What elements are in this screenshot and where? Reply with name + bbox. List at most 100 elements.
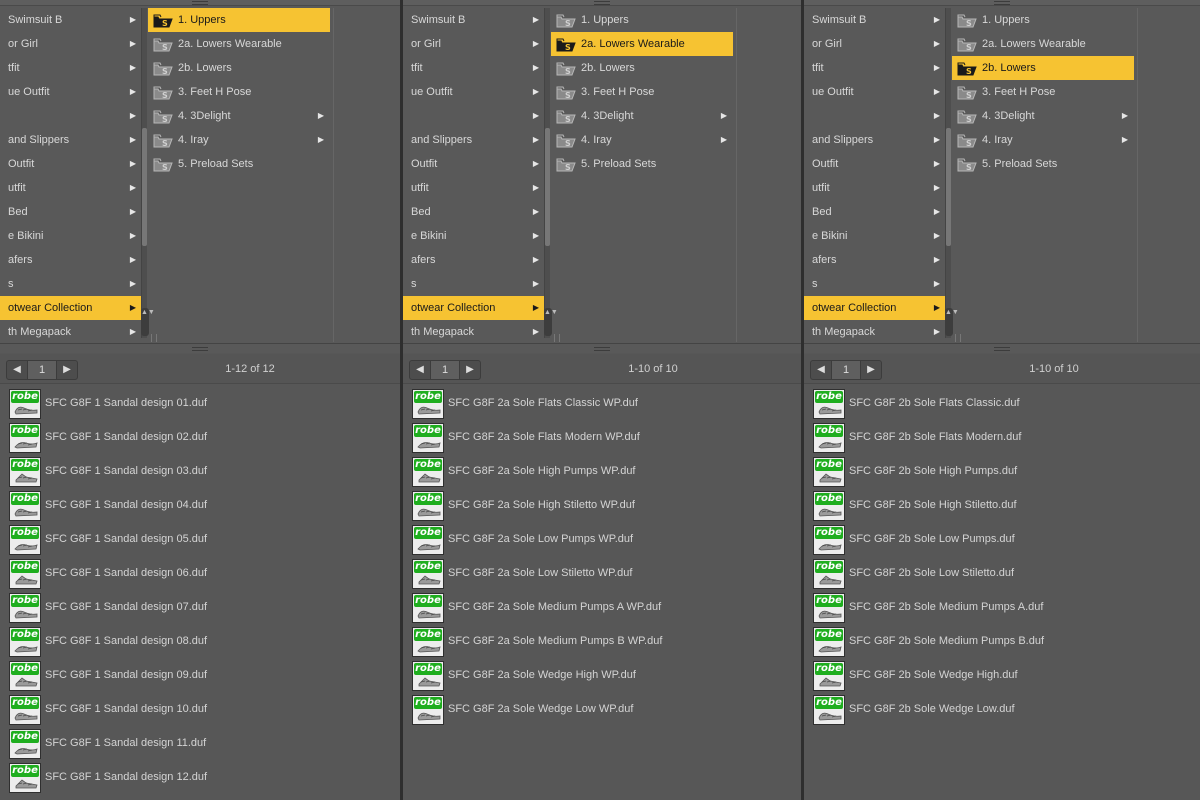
file-item[interactable]: robe SFC G8F 2a Sole Low Pumps WP.duf (403, 522, 801, 556)
category-item[interactable]: afers ▶ (0, 248, 142, 272)
subfolder-item[interactable]: S 2b. Lowers (148, 56, 330, 80)
grip-icon[interactable] (994, 1, 1010, 5)
subfolder-item[interactable]: S 1. Uppers (551, 8, 733, 32)
file-item[interactable]: robe SFC G8F 2a Sole Flats Modern WP.duf (403, 420, 801, 454)
subfolder-item[interactable]: S 4. 3Delight ▶ (551, 104, 733, 128)
file-item[interactable]: robe SFC G8F 1 Sandal design 11.duf (0, 726, 400, 760)
file-item[interactable]: robe SFC G8F 1 Sandal design 06.duf (0, 556, 400, 590)
category-item[interactable]: ue Outfit ▶ (0, 80, 142, 104)
subfolder-item[interactable]: S 2b. Lowers (952, 56, 1134, 80)
prev-page-button[interactable]: ◀ (810, 360, 832, 380)
category-item[interactable]: ▶ (0, 104, 142, 128)
subfolder-item[interactable]: S 4. 3Delight ▶ (148, 104, 330, 128)
next-page-button[interactable]: ▶ (56, 360, 78, 380)
category-item[interactable]: utfit ▶ (804, 176, 946, 200)
grip-icon[interactable] (594, 1, 610, 5)
file-item[interactable]: robe SFC G8F 2a Sole Flats Classic WP.duf (403, 386, 801, 420)
file-item[interactable]: robe SFC G8F 2a Sole Wedge High WP.duf (403, 658, 801, 692)
category-item[interactable]: th Megapack ▶ (804, 320, 946, 344)
category-item[interactable]: s ▶ (804, 272, 946, 296)
file-item[interactable]: robe SFC G8F 1 Sandal design 01.duf (0, 386, 400, 420)
category-item[interactable]: e Bikini ▶ (804, 224, 946, 248)
file-item[interactable]: robe SFC G8F 2a Sole Medium Pumps A WP.du… (403, 590, 801, 624)
file-item[interactable]: robe SFC G8F 1 Sandal design 09.duf (0, 658, 400, 692)
scrollbar-thumb[interactable] (545, 128, 550, 246)
category-item[interactable]: utfit ▶ (403, 176, 545, 200)
category-item[interactable]: ▶ (403, 104, 545, 128)
subfolder-item[interactable]: S 3. Feet H Pose (551, 80, 733, 104)
category-item[interactable]: Outfit ▶ (403, 152, 545, 176)
subfolder-item[interactable]: S 2a. Lowers Wearable (148, 32, 330, 56)
subfolder-item[interactable]: S 4. Iray ▶ (551, 128, 733, 152)
file-item[interactable]: robe SFC G8F 2b Sole Wedge Low.duf (804, 692, 1200, 726)
pane-splitter[interactable] (0, 343, 400, 353)
category-item[interactable]: Outfit ▶ (0, 152, 142, 176)
category-item[interactable]: or Girl ▶ (403, 32, 545, 56)
category-item[interactable]: otwear Collection ▶ (403, 296, 545, 320)
file-item[interactable]: robe SFC G8F 2b Sole Wedge High.duf (804, 658, 1200, 692)
file-item[interactable]: robe SFC G8F 2b Sole Medium Pumps B.duf (804, 624, 1200, 658)
file-item[interactable]: robe SFC G8F 2b Sole Flats Modern.duf (804, 420, 1200, 454)
grip-icon[interactable] (192, 1, 208, 5)
category-item[interactable]: th Megapack ▶ (0, 320, 142, 344)
category-item[interactable]: afers ▶ (804, 248, 946, 272)
category-item[interactable]: and Slippers ▶ (0, 128, 142, 152)
scrollbar-thumb[interactable] (142, 128, 147, 246)
prev-page-button[interactable]: ◀ (409, 360, 431, 380)
subfolder-item[interactable]: S 1. Uppers (952, 8, 1134, 32)
scrollbar-thumb[interactable] (946, 128, 951, 246)
pane-splitter[interactable] (804, 343, 1200, 353)
subfolder-item[interactable]: S 1. Uppers (148, 8, 330, 32)
file-item[interactable]: robe SFC G8F 1 Sandal design 05.duf (0, 522, 400, 556)
subfolder-item[interactable]: S 4. Iray ▶ (148, 128, 330, 152)
subfolder-item[interactable]: S 3. Feet H Pose (148, 80, 330, 104)
subfolder-item[interactable]: S 4. 3Delight ▶ (952, 104, 1134, 128)
file-item[interactable]: robe SFC G8F 2a Sole High Stiletto WP.duf (403, 488, 801, 522)
subfolder-item[interactable]: S 5. Preload Sets (952, 152, 1134, 176)
file-item[interactable]: robe SFC G8F 2a Sole Low Stiletto WP.duf (403, 556, 801, 590)
file-item[interactable]: robe SFC G8F 1 Sandal design 12.duf (0, 760, 400, 794)
page-number-field[interactable]: 1 (431, 360, 459, 380)
category-item[interactable]: Bed ▶ (804, 200, 946, 224)
file-item[interactable]: robe SFC G8F 2a Sole High Pumps WP.duf (403, 454, 801, 488)
category-item[interactable]: utfit ▶ (0, 176, 142, 200)
subfolder-item[interactable]: S 2a. Lowers Wearable (952, 32, 1134, 56)
next-page-button[interactable]: ▶ (860, 360, 882, 380)
category-item[interactable]: Outfit ▶ (804, 152, 946, 176)
category-scrollbar[interactable]: ▲▼ (141, 8, 155, 338)
subfolder-item[interactable]: S 2b. Lowers (551, 56, 733, 80)
category-item[interactable]: and Slippers ▶ (403, 128, 545, 152)
subfolder-item[interactable]: S 5. Preload Sets (551, 152, 733, 176)
category-item[interactable]: Bed ▶ (0, 200, 142, 224)
page-number-field[interactable]: 1 (832, 360, 860, 380)
prev-page-button[interactable]: ◀ (6, 360, 28, 380)
subfolder-item[interactable]: S 3. Feet H Pose (952, 80, 1134, 104)
file-item[interactable]: robe SFC G8F 1 Sandal design 03.duf (0, 454, 400, 488)
category-item[interactable]: ue Outfit ▶ (804, 80, 946, 104)
file-item[interactable]: robe SFC G8F 2b Sole High Pumps.duf (804, 454, 1200, 488)
category-item[interactable]: tfit ▶ (804, 56, 946, 80)
file-item[interactable]: robe SFC G8F 2b Sole Flats Classic.duf (804, 386, 1200, 420)
next-page-button[interactable]: ▶ (459, 360, 481, 380)
category-item[interactable]: ▶ (804, 104, 946, 128)
category-item[interactable]: and Slippers ▶ (804, 128, 946, 152)
file-item[interactable]: robe SFC G8F 2b Sole Low Stiletto.duf (804, 556, 1200, 590)
category-item[interactable]: ue Outfit ▶ (403, 80, 545, 104)
category-item[interactable]: s ▶ (0, 272, 142, 296)
splitter-grip-icon[interactable] (192, 347, 208, 351)
subfolder-item[interactable]: S 2a. Lowers Wearable (551, 32, 733, 56)
category-item[interactable]: Bed ▶ (403, 200, 545, 224)
file-item[interactable]: robe SFC G8F 1 Sandal design 07.duf (0, 590, 400, 624)
category-item[interactable]: Swimsuit B ▶ (0, 8, 142, 32)
file-item[interactable]: robe SFC G8F 1 Sandal design 10.duf (0, 692, 400, 726)
category-item[interactable]: tfit ▶ (403, 56, 545, 80)
splitter-grip-icon[interactable] (994, 347, 1010, 351)
pane-splitter[interactable] (403, 343, 801, 353)
category-scrollbar[interactable]: ▲▼ (945, 8, 959, 338)
category-item[interactable]: otwear Collection ▶ (0, 296, 142, 320)
file-item[interactable]: robe SFC G8F 2b Sole High Stiletto.duf (804, 488, 1200, 522)
category-item[interactable]: Swimsuit B ▶ (403, 8, 545, 32)
category-item[interactable]: tfit ▶ (0, 56, 142, 80)
file-item[interactable]: robe SFC G8F 2a Sole Wedge Low WP.duf (403, 692, 801, 726)
category-item[interactable]: e Bikini ▶ (0, 224, 142, 248)
